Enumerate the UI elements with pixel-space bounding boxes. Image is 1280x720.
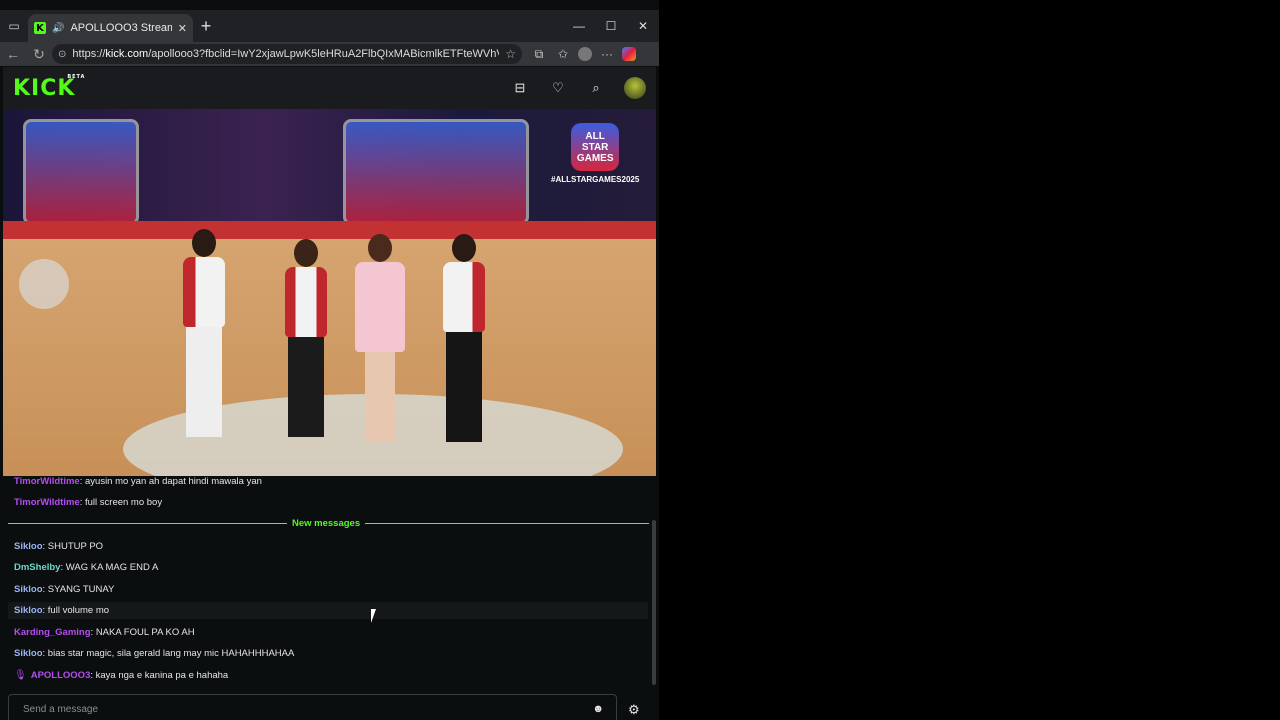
chat-text: : bias star magic, sila gerald lang may …: [42, 648, 295, 659]
person-head: [368, 234, 392, 262]
maximize-button[interactable]: ☐: [595, 19, 627, 33]
chat-username[interactable]: Sikloo: [14, 648, 43, 659]
chat-message: 🎙 APOLLOOO3: kaya nga e kanina pa e hahah…: [14, 670, 228, 681]
court-baseline: [3, 221, 656, 239]
person-figure: [355, 234, 405, 442]
minimize-button[interactable]: —: [563, 19, 595, 33]
chat-text: : full screen mo boy: [79, 497, 163, 508]
chat-username[interactable]: TimorWildtime: [14, 497, 80, 508]
person-legs: [288, 337, 324, 437]
copilot-icon[interactable]: [622, 47, 636, 61]
chat-text: : SHUTUP PO: [42, 541, 104, 552]
person-legs: [365, 352, 395, 442]
following-heart-icon[interactable]: ♡: [548, 80, 568, 96]
site-header: KICK BETA ⊟ ♡ ⌕: [3, 67, 656, 109]
chat-message: Sikloo: SHUTUP PO: [14, 541, 103, 552]
event-logo-line1: ALL STAR: [581, 130, 609, 153]
navigation-bar: ← ↻ ⊙ https://kick.com/apollooo3?fbclid=…: [0, 42, 659, 66]
chat-scrollbar[interactable]: [652, 520, 656, 685]
chat-message: TimorWildtime: ayusin mo yan ah dapat hi…: [14, 476, 262, 487]
close-tab-icon[interactable]: ✕: [178, 22, 187, 35]
favorite-star-icon[interactable]: ☆: [505, 47, 516, 61]
event-logo-line2: GAMES: [576, 152, 614, 164]
arena-banner: [23, 119, 139, 225]
person-torso: [285, 267, 327, 337]
user-avatar[interactable]: [624, 77, 646, 99]
favorites-icon[interactable]: ✩: [554, 47, 572, 61]
url-domain: kick.com: [105, 48, 149, 60]
tab-actions-icon[interactable]: ▭: [0, 10, 28, 42]
search-icon[interactable]: ⌕: [586, 80, 606, 96]
chat-username[interactable]: TimorWildtime: [14, 476, 80, 487]
person-figure: [285, 239, 327, 437]
close-window-button[interactable]: ✕: [627, 19, 659, 33]
person-figure: [443, 234, 485, 442]
chat-text: : SYANG TUNAY: [42, 584, 115, 595]
microphone-badge-icon: 🎙: [14, 670, 27, 681]
url-path: /apollooo3?fbclid=IwY2xjawLpwK5leHRuA2Fl…: [148, 48, 499, 60]
chat-text: : kaya nga e kanina pa e hahaha: [90, 670, 229, 681]
browser-tab[interactable]: K 🔊 APOLLOOO3 Stream - Watch ✕: [28, 14, 193, 42]
chat-input-box[interactable]: ☻: [8, 694, 617, 720]
chat-username[interactable]: Karding_Gaming: [14, 627, 91, 638]
chat-message-hovered: Sikloo: full volume mo: [8, 602, 648, 619]
chat-panel: TimorWildtime: ayusin mo yan ah dapat hi…: [3, 476, 651, 694]
chat-username[interactable]: APOLLOOO3: [31, 670, 91, 681]
person-legs: [186, 327, 222, 437]
logo-text: KICK: [13, 75, 76, 101]
reload-icon[interactable]: ↻: [26, 46, 52, 63]
person-head: [294, 239, 318, 267]
person-torso: [183, 257, 225, 327]
person-torso: [443, 262, 485, 332]
kick-favicon-icon: K: [34, 22, 46, 34]
browse-icon[interactable]: ⊟: [510, 80, 530, 96]
browser-window: ▭ K 🔊 APOLLOOO3 Stream - Watch ✕ + — ☐ ✕…: [0, 0, 659, 720]
chat-username[interactable]: Sikloo: [14, 584, 43, 595]
chat-username[interactable]: Sikloo: [14, 605, 43, 616]
chat-message: Karding_Gaming: NAKA FOUL PA KO AH: [14, 627, 195, 638]
chat-settings-gear-icon[interactable]: ⚙: [628, 702, 640, 718]
new-messages-label[interactable]: New messages: [287, 518, 366, 529]
chat-text: : ayusin mo yan ah dapat hindi mawala ya…: [79, 476, 262, 487]
url-prefix: https://: [72, 48, 106, 60]
arena-banner: [343, 119, 529, 225]
back-icon[interactable]: ←: [0, 46, 26, 62]
site-info-icon[interactable]: ⊙: [58, 49, 66, 60]
new-tab-button[interactable]: +: [193, 16, 219, 37]
person-legs: [446, 332, 482, 442]
event-badge: ALL STAR GAMES: [571, 123, 620, 171]
chat-message: TimorWildtime: full screen mo boy: [14, 497, 162, 508]
address-bar[interactable]: ⊙ https://kick.com/apollooo3?fbclid=IwY2…: [52, 44, 522, 64]
person-torso: [355, 262, 405, 352]
tab-title: APOLLOOO3 Stream - Watch: [70, 22, 172, 34]
chat-message: DmShelby: WAG KA MAG END A: [14, 562, 158, 573]
person-figure: [183, 229, 225, 437]
beta-label: BETA: [67, 73, 86, 80]
chat-text: : full volume mo: [42, 605, 110, 616]
more-menu-icon[interactable]: ···: [598, 47, 616, 61]
profile-icon[interactable]: [578, 47, 592, 61]
chat-text: : NAKA FOUL PA KO AH: [90, 627, 195, 638]
emote-picker-icon[interactable]: ☻: [592, 703, 604, 715]
event-logo: ALL STAR GAMES #ALLSTARGAMES2025: [551, 123, 639, 184]
person-head: [192, 229, 216, 257]
title-bar: ▭ K 🔊 APOLLOOO3 Stream - Watch ✕ + — ☐ ✕: [0, 10, 659, 42]
chat-text: : WAG KA MAG END A: [60, 562, 159, 573]
chat-username[interactable]: DmShelby: [14, 562, 60, 573]
url-text: https://kick.com/apollooo3?fbclid=IwY2xj…: [72, 48, 499, 60]
chat-message: Sikloo: SYANG TUNAY: [14, 584, 114, 595]
kick-logo[interactable]: KICK BETA: [13, 74, 84, 101]
channel-watermark-icon: [19, 259, 69, 309]
event-hashtag: #ALLSTARGAMES2025: [551, 175, 640, 184]
chat-message-input[interactable]: [21, 702, 593, 716]
speaker-icon[interactable]: 🔊: [52, 23, 64, 34]
person-head: [452, 234, 476, 262]
chat-username[interactable]: Sikloo: [14, 541, 43, 552]
extensions-icon[interactable]: ⧉: [530, 47, 548, 62]
mouse-cursor-icon: [371, 609, 381, 623]
video-player[interactable]: ALL STAR GAMES #ALLSTARGAMES2025: [3, 109, 656, 476]
chat-message: Sikloo: bias star magic, sila gerald lan…: [14, 648, 294, 659]
